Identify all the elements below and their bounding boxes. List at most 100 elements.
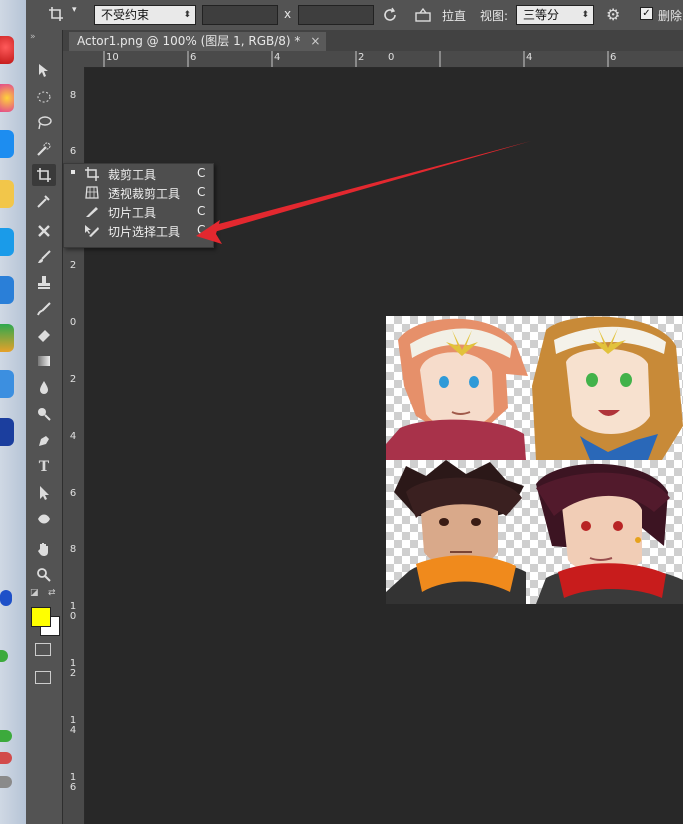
ruler-label: 6	[69, 488, 77, 499]
pen-tool-icon[interactable]	[32, 430, 56, 452]
menu-item-slice-select-tool[interactable]: 切片选择工具 C	[64, 221, 213, 240]
delete-cropped-checkbox[interactable]: ✓	[640, 7, 653, 20]
preset-dropdown-arrow[interactable]: ▾	[72, 5, 77, 15]
menu-item-slice-tool[interactable]: 切片工具 C	[64, 202, 213, 221]
foreground-color-swatch[interactable]	[31, 607, 51, 627]
menu-item-shortcut: C	[197, 166, 206, 180]
straighten-label[interactable]: 拉直	[442, 7, 466, 24]
active-tool-indicator	[71, 170, 75, 174]
perspective-crop-icon	[84, 185, 100, 200]
app-icon[interactable]	[0, 324, 14, 352]
ruler-label: 6	[610, 52, 617, 63]
width-input[interactable]	[202, 5, 278, 25]
constraint-select-value: 不受约束	[101, 8, 150, 22]
view-label: 视图:	[480, 9, 509, 23]
crop-tool-flyout-menu: 裁剪工具 C 透视裁剪工具 C 切片工具 C 切片选择工具 C	[63, 163, 214, 248]
history-brush-tool-icon[interactable]	[32, 298, 56, 320]
ruler-label: 2	[69, 260, 77, 271]
app-icon[interactable]	[0, 730, 12, 742]
brush-tool-icon[interactable]	[32, 246, 56, 268]
options-bar: ▾ 不受约束 ⬍ x 拉直 视图: 三等分 ⬍ ⚙ ✓ 删除	[26, 0, 683, 31]
eyedropper-tool-icon[interactable]	[32, 190, 56, 212]
dimension-separator: x	[284, 7, 292, 21]
menu-item-shortcut: C	[197, 223, 206, 237]
move-tool-icon[interactable]	[32, 60, 56, 82]
marquee-tool-icon[interactable]	[32, 86, 56, 108]
document-tab[interactable]: Actor1.png @ 100% (图层 1, RGB/8) * ×	[69, 32, 327, 51]
ruler-label: 2	[69, 374, 77, 385]
custom-shape-tool-icon[interactable]	[32, 508, 56, 530]
ruler-label: 8	[69, 544, 77, 555]
ruler-label: 1 0	[69, 601, 77, 622]
portrait-3	[386, 460, 526, 604]
app-icon[interactable]	[0, 180, 14, 208]
speaker-icon[interactable]	[0, 776, 12, 788]
path-selection-tool-icon[interactable]	[32, 482, 56, 504]
ruler-label: 4	[274, 52, 281, 63]
ruler-label: 0	[69, 317, 77, 328]
quick-mask-icon[interactable]	[35, 643, 51, 656]
document-tab-title: Actor1.png @ 100% (图层 1, RGB/8) *	[77, 34, 301, 48]
gradient-tool-icon[interactable]	[32, 350, 56, 372]
healing-brush-tool-icon[interactable]	[32, 220, 56, 242]
quick-selection-tool-icon[interactable]	[32, 138, 56, 160]
hand-tool-icon[interactable]	[32, 538, 56, 560]
screen-mode-icon[interactable]	[35, 671, 51, 684]
app-icon[interactable]	[0, 650, 8, 662]
app-icon[interactable]	[0, 276, 14, 304]
ruler-label: 1 2	[69, 658, 77, 679]
slice-select-tool-icon	[84, 223, 100, 238]
os-taskbar	[0, 0, 27, 824]
help-icon[interactable]	[0, 590, 12, 606]
eraser-tool-icon[interactable]	[32, 324, 56, 346]
app-icon[interactable]	[0, 370, 14, 398]
app-icon[interactable]	[0, 418, 14, 446]
app-icon[interactable]	[0, 130, 14, 158]
zoom-tool-icon[interactable]	[32, 564, 56, 586]
default-colors-icon[interactable]: ◪	[30, 588, 39, 598]
canvas-image[interactable]	[386, 316, 683, 604]
ruler-label: 1 6	[69, 772, 77, 793]
ruler-label: 2	[358, 52, 365, 63]
clone-stamp-tool-icon[interactable]	[32, 272, 56, 294]
close-tab-icon[interactable]: ×	[310, 34, 320, 48]
straighten-icon[interactable]	[414, 7, 432, 23]
constraint-select[interactable]: 不受约束 ⬍	[94, 5, 196, 25]
crop-tool-icon	[84, 166, 100, 181]
updown-icon: ⬍	[183, 10, 191, 20]
updown-icon: ⬍	[581, 10, 589, 20]
gear-icon[interactable]: ⚙	[606, 6, 624, 24]
tools-panel: » T ◪ ⇄	[26, 30, 63, 824]
lasso-tool-icon[interactable]	[32, 112, 56, 134]
slice-tool-icon	[84, 204, 100, 219]
view-select[interactable]: 三等分 ⬍	[516, 5, 594, 25]
crop-tool-icon[interactable]	[32, 164, 56, 186]
chrome-icon[interactable]	[0, 36, 14, 64]
app-icon[interactable]	[0, 84, 14, 112]
swap-colors-icon[interactable]: ⇄	[48, 588, 56, 598]
collapse-panel-icon[interactable]: »	[30, 32, 36, 42]
dodge-tool-icon[interactable]	[32, 402, 56, 424]
menu-item-perspective-crop-tool[interactable]: 透视裁剪工具 C	[64, 183, 213, 202]
crop-tool-preset-icon[interactable]	[48, 6, 64, 22]
menu-item-shortcut: C	[197, 204, 206, 218]
type-tool-icon[interactable]: T	[32, 456, 56, 478]
swap-dimensions-icon[interactable]	[382, 7, 398, 23]
portrait-1	[386, 318, 528, 460]
app-icon[interactable]	[0, 228, 14, 256]
view-select-value: 三等分	[523, 8, 560, 22]
ruler-label: 4	[69, 431, 77, 442]
horizontal-ruler[interactable]: 10 6 4 2 0 4 6	[84, 51, 683, 68]
menu-item-label: 切片选择工具	[108, 225, 181, 239]
ruler-label: 0	[388, 52, 395, 63]
ruler-label: 4	[526, 52, 533, 63]
app-icon[interactable]	[0, 752, 12, 764]
ruler-label: 10	[106, 52, 119, 63]
menu-item-label: 透视裁剪工具	[108, 187, 181, 201]
ruler-label: 1 4	[69, 715, 77, 736]
menu-item-crop-tool[interactable]: 裁剪工具 C	[64, 164, 213, 183]
blur-tool-icon[interactable]	[32, 376, 56, 398]
menu-item-label: 裁剪工具	[108, 168, 157, 182]
ruler-origin[interactable]	[63, 51, 84, 67]
height-input[interactable]	[298, 5, 374, 25]
